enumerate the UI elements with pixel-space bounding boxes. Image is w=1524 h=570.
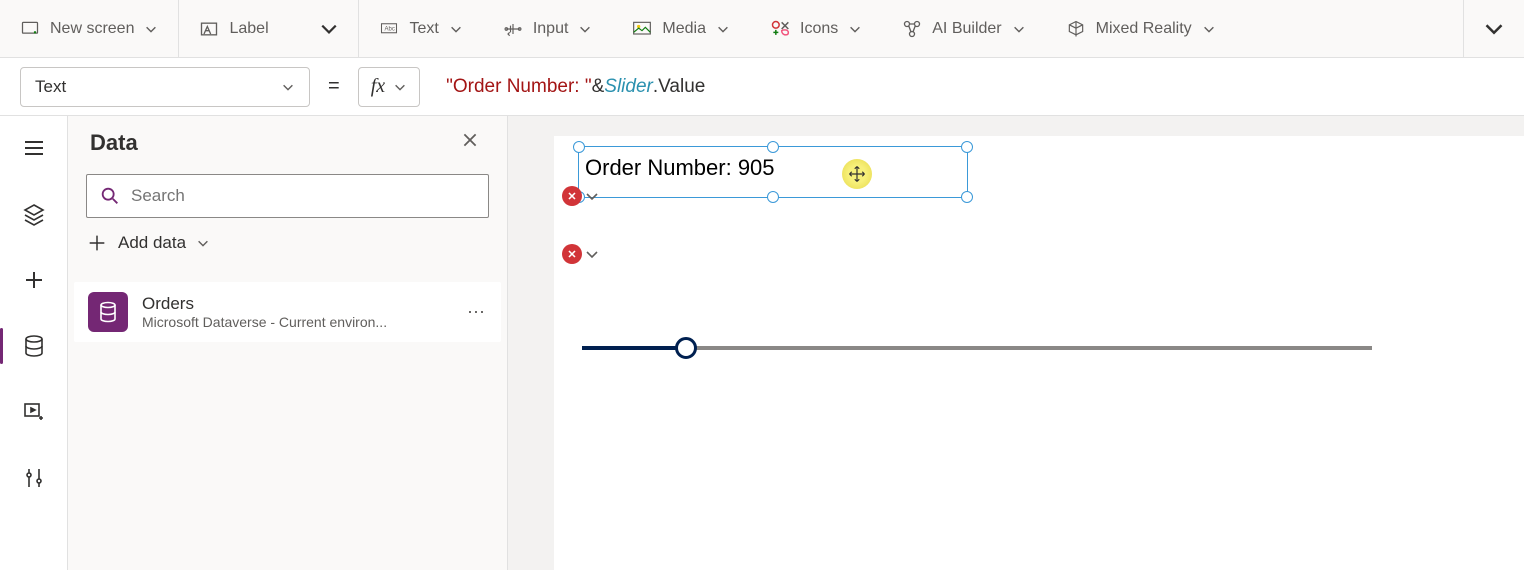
insert-icons-button[interactable]: Icons [750,0,882,57]
tools-button[interactable] [10,454,58,502]
datasource-more-button[interactable]: ⋯ [467,302,487,323]
chevron-down-icon [196,236,210,250]
chevron-down-icon [320,20,338,38]
slider-fill [582,346,686,350]
insert-icons-label: Icons [800,20,838,38]
ai-builder-button[interactable]: AI Builder [882,0,1045,57]
fx-button[interactable]: fx [358,67,420,107]
ribbon-overflow-button[interactable] [1463,0,1524,57]
resize-handle[interactable] [767,141,779,153]
error-badge[interactable] [562,244,582,264]
new-screen-label: New screen [50,20,134,38]
media-button[interactable] [10,388,58,436]
slider-control[interactable] [582,346,1372,350]
close-icon [461,131,479,149]
tree-view-button[interactable] [10,190,58,238]
dataverse-icon [88,292,128,332]
app-screen[interactable]: Order Number: 905 [554,136,1524,570]
search-icon [99,185,121,207]
chevron-down-icon[interactable] [584,188,600,204]
chevron-down-icon[interactable] [584,246,600,262]
add-data-button[interactable]: Add data [86,232,489,254]
chevron-down-icon [716,22,730,36]
insert-input-button[interactable]: Input [483,0,613,57]
resize-handle[interactable] [961,141,973,153]
canvas[interactable]: Order Number: 905 [508,116,1524,570]
chevron-down-icon [393,80,407,94]
move-icon [848,165,866,183]
tools-icon [22,466,46,490]
property-picker[interactable]: Text [20,67,310,107]
left-rail [0,116,68,570]
fx-label: fx [371,75,385,98]
formula-token-string: "Order Number: " [446,76,591,98]
input-icon [503,19,523,39]
chevron-down-icon [848,22,862,36]
new-screen-button[interactable]: New screen [0,0,179,57]
mixed-reality-button[interactable]: Mixed Reality [1046,0,1236,57]
insert-media-button[interactable]: Media [612,0,750,57]
chevron-down-icon [449,22,463,36]
chevron-down-icon [1012,22,1026,36]
hamburger-button[interactable] [10,124,58,172]
svg-text:Abc: Abc [385,26,395,32]
formula-token-operator: & [592,76,605,98]
insert-button[interactable] [10,256,58,304]
add-data-label: Add data [118,233,186,253]
hamburger-icon [22,136,46,160]
label-dropdown-label: Label [229,20,268,38]
insert-text-label: Text [409,20,438,38]
resize-handle[interactable] [961,191,973,203]
slider-thumb[interactable] [675,337,697,359]
resize-handle[interactable] [573,141,585,153]
media-icon [632,19,652,39]
plus-icon [86,232,108,254]
ai-builder-icon [902,19,922,39]
error-badge[interactable] [562,186,582,206]
database-icon [22,334,46,358]
screen-icon [20,19,40,39]
main-area: Data Add data Orders Microsoft Dataverse… [0,116,1524,570]
mixed-reality-icon [1066,19,1086,39]
move-cursor-highlight [842,159,872,189]
media-panel-icon [22,400,46,424]
formula-token-member: .Value [653,76,705,98]
ribbon: New screen Label Abc Text Input Media Ic… [0,0,1524,58]
layers-icon [22,202,46,226]
icons-icon [770,19,790,39]
datasource-name: Orders [142,294,453,314]
label-text: Order Number: 905 [585,155,775,181]
datasource-item[interactable]: Orders Microsoft Dataverse - Current env… [74,282,501,342]
label-dropdown[interactable]: Label [179,0,359,57]
chevron-down-icon [1202,22,1216,36]
chevron-down-icon [281,80,295,94]
label-icon [199,19,219,39]
property-picker-value: Text [35,77,66,97]
formula-bar: Text = fx "Order Number: " & Slider .Val… [0,58,1524,116]
insert-media-label: Media [662,20,706,38]
search-box[interactable] [86,174,489,218]
selected-label-control[interactable]: Order Number: 905 [578,146,968,198]
insert-input-label: Input [533,20,569,38]
data-pane: Data Add data Orders Microsoft Dataverse… [68,116,508,570]
formula-token-variable: Slider [604,76,653,98]
chevron-down-icon [144,22,158,36]
close-pane-button[interactable] [461,131,485,155]
slider-track [582,346,1372,350]
formula-input[interactable]: "Order Number: " & Slider .Value [434,67,1504,107]
data-button[interactable] [10,322,58,370]
chevron-down-icon [1484,19,1504,39]
ai-builder-label: AI Builder [932,20,1001,38]
search-input[interactable] [131,186,476,206]
resize-handle[interactable] [767,191,779,203]
insert-text-button[interactable]: Abc Text [359,0,482,57]
pane-title: Data [90,130,138,156]
datasource-subtitle: Microsoft Dataverse - Current environ... [142,314,442,330]
plus-icon [22,268,46,292]
mixed-reality-label: Mixed Reality [1096,20,1192,38]
equals-sign: = [324,75,344,98]
text-icon: Abc [379,19,399,39]
chevron-down-icon [578,22,592,36]
